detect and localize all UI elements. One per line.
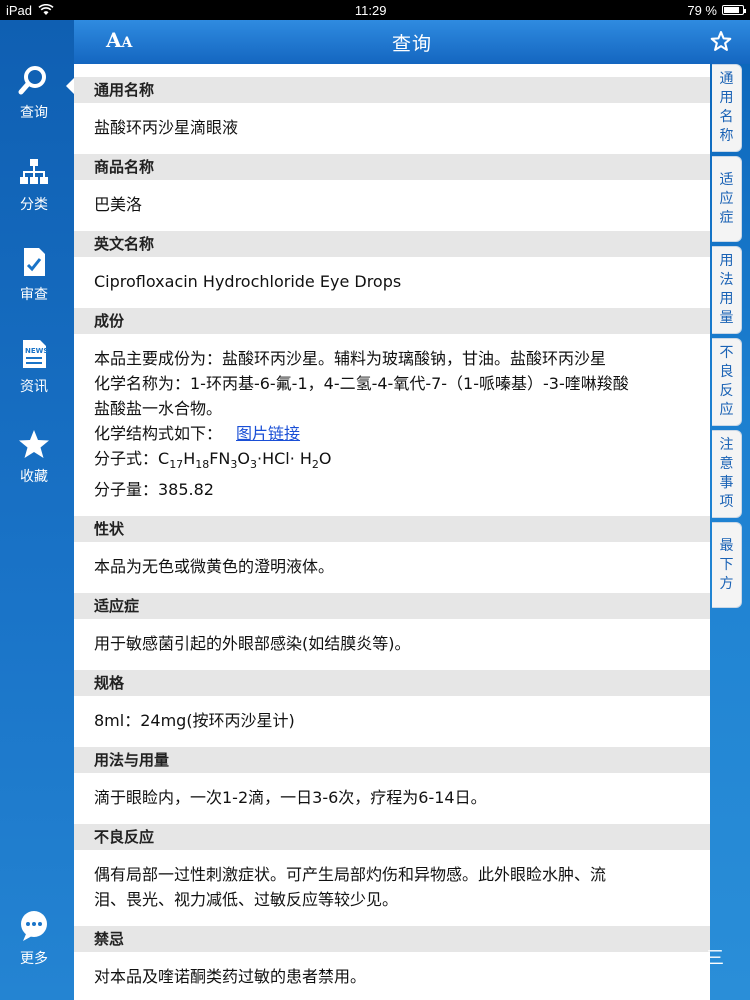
section-header-generic-name: 通用名称 bbox=[74, 77, 710, 103]
section-body-dosage: 滴于眼睑内，一次1-2滴，一日3-6次，疗程为6-14日。 bbox=[94, 788, 487, 807]
tab-scroll-bottom[interactable]: 最下方 bbox=[712, 522, 742, 608]
section-header-adverse-reactions: 不良反应 bbox=[74, 824, 710, 850]
hierarchy-icon bbox=[20, 159, 48, 184]
sidebar-item-more[interactable]: 更多 bbox=[0, 910, 68, 968]
section-header-dosage: 用法与用量 bbox=[74, 747, 710, 773]
section-header-english-name: 英文名称 bbox=[74, 231, 710, 257]
sidebar-item-review[interactable]: 审查 bbox=[0, 246, 68, 304]
section-body-adverse-reactions: 偶有局部一过性刺激症状。可产生局部灼伤和异物感。此外眼睑水肿、流 泪、畏光、视力… bbox=[94, 865, 607, 909]
status-bar: iPad 11:29 79 % bbox=[0, 0, 750, 20]
section-body-brand-name: 巴美洛 bbox=[94, 195, 143, 214]
tab-generic-name[interactable]: 通用名称 bbox=[712, 64, 742, 152]
tab-dosage[interactable]: 用法用量 bbox=[712, 246, 742, 334]
drug-detail-content[interactable]: 通用名称 盐酸环丙沙星滴眼液 商品名称 巴美洛 英文名称 Ciprofloxac… bbox=[74, 64, 710, 1000]
section-body-composition: 本品主要成份为：盐酸环丙沙星。辅料为玻璃酸钠，甘油。盐酸环丙沙星 化学名称为：1… bbox=[74, 334, 710, 516]
star-outline-icon bbox=[710, 31, 732, 51]
sidebar-item-label: 资讯 bbox=[20, 379, 48, 395]
section-header-contraindications: 禁忌 bbox=[74, 926, 710, 952]
section-header-composition: 成份 bbox=[74, 308, 710, 334]
structure-image-link[interactable]: 图片链接 bbox=[236, 424, 300, 443]
section-body-english-name: Ciprofloxacin Hydrochloride Eye Drops bbox=[94, 272, 402, 291]
section-body-appearance: 本品为无色或微黄色的澄明液体。 bbox=[94, 557, 335, 576]
sidebar-item-label: 审查 bbox=[20, 287, 48, 303]
chat-bubble-icon bbox=[21, 911, 47, 941]
tab-adverse-reactions[interactable]: 不良反应 bbox=[712, 338, 742, 426]
sidebar-item-label: 查询 bbox=[20, 105, 48, 121]
corner-mark: 三 bbox=[706, 948, 724, 969]
svg-text:NEWS: NEWS bbox=[25, 347, 48, 355]
sidebar-item-news[interactable]: NEWS 资讯 bbox=[0, 338, 68, 396]
sidebar-item-label: 更多 bbox=[20, 951, 48, 967]
favorite-button[interactable] bbox=[710, 30, 732, 57]
sidebar-item-favorites[interactable]: 收藏 bbox=[0, 428, 68, 486]
document-check-icon bbox=[24, 248, 45, 276]
sidebar-item-category[interactable]: 分类 bbox=[0, 156, 68, 214]
section-header-indications: 适应症 bbox=[74, 593, 710, 619]
section-body-contraindications: 对本品及喹诺酮类药过敏的患者禁用。 bbox=[94, 967, 367, 986]
device-label: iPad bbox=[6, 2, 33, 18]
sidebar-item-label: 分类 bbox=[20, 197, 48, 213]
tab-precautions[interactable]: 注意事项 bbox=[712, 430, 742, 518]
battery-percent: 79 % bbox=[687, 2, 717, 18]
font-size-button[interactable]: AA bbox=[106, 28, 132, 52]
search-icon bbox=[18, 66, 46, 95]
section-body-generic-name: 盐酸环丙沙星滴眼液 bbox=[94, 118, 239, 137]
wifi-icon bbox=[38, 4, 54, 15]
section-body-specification: 8ml：24mg(按环丙沙星计) bbox=[94, 711, 295, 730]
page-title: 查询 bbox=[391, 32, 432, 55]
section-header-specification: 规格 bbox=[74, 670, 710, 696]
battery-icon bbox=[722, 5, 746, 15]
sidebar: 查询 分类 审查 NEWS 资讯 收藏 更多 bbox=[0, 20, 74, 1000]
news-icon: NEWS bbox=[23, 340, 48, 368]
clock: 11:29 bbox=[354, 2, 387, 18]
sidebar-item-label: 收藏 bbox=[20, 469, 48, 485]
title-bar: AA 查询 bbox=[74, 20, 750, 64]
section-body-indications: 用于敏感菌引起的外眼部感染(如结膜炎等)。 bbox=[94, 634, 411, 653]
section-index-tabs: 通用名称 适应症 用法用量 不良反应 注意事项 最下方 bbox=[710, 64, 750, 1000]
section-header-appearance: 性状 bbox=[74, 516, 710, 542]
section-header-brand-name: 商品名称 bbox=[74, 154, 710, 180]
sidebar-item-search[interactable]: 查询 bbox=[0, 64, 74, 122]
star-icon bbox=[19, 430, 49, 458]
molecular-formula: 分子式：C17H18FN3O3·HCl· H2O bbox=[94, 449, 332, 471]
tab-indications[interactable]: 适应症 bbox=[712, 156, 742, 242]
